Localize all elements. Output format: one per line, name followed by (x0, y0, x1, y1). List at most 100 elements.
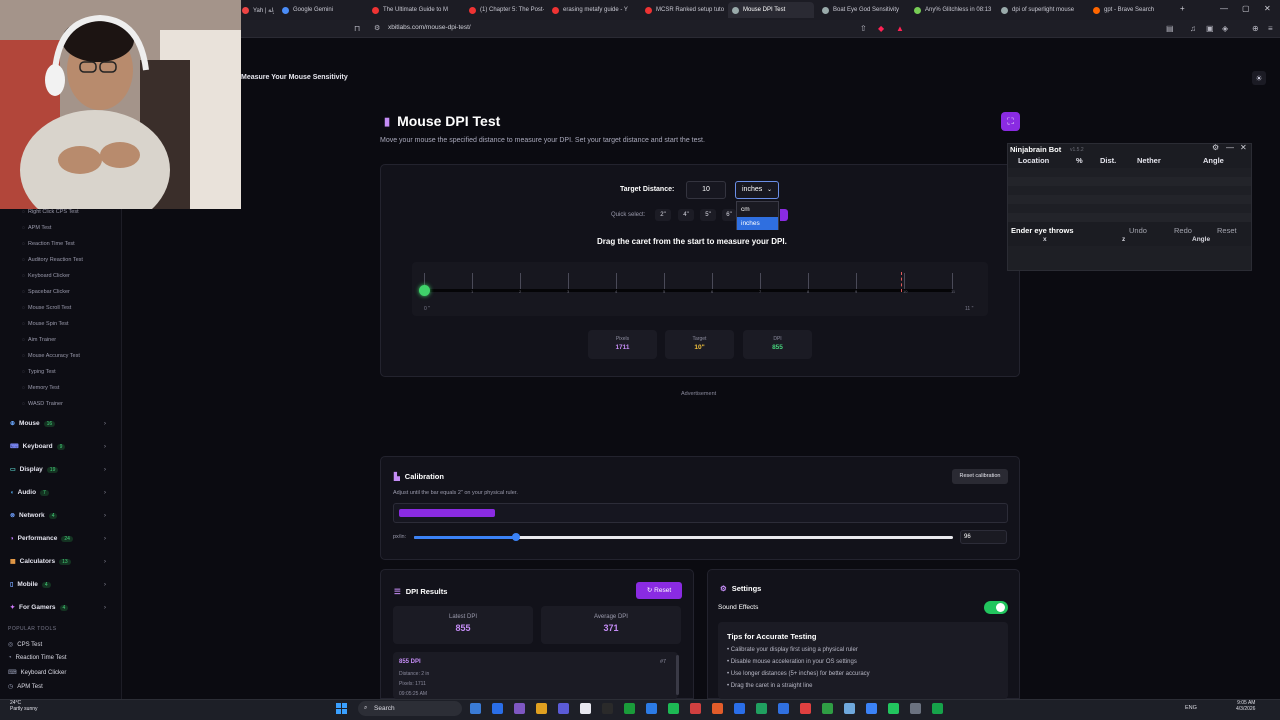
tab-0[interactable]: Yah | جولة (238, 2, 274, 18)
tab-3[interactable]: (1) Chapter 5: The Post- (465, 2, 544, 18)
tab-8[interactable]: Any% Glitchless in 08:13 (910, 2, 993, 18)
sidebar-subitem[interactable]: ◌ Auditory Reaction Test (22, 257, 83, 263)
maximize-icon[interactable]: ▢ (1242, 4, 1250, 13)
taskbar-app-icon[interactable] (800, 703, 811, 714)
unit-option-inches[interactable]: inches (737, 217, 778, 230)
close-icon[interactable]: ✕ (1240, 143, 1247, 152)
sidebar-category-audio[interactable]: ◖ Audio 7 › (10, 489, 110, 496)
tab-2[interactable]: The Ultimate Guide to M (368, 2, 461, 18)
sidebar-category-for-gamers[interactable]: ✦ For Gamers 4 › (10, 604, 110, 611)
site-info-icon[interactable]: ⚙ (374, 24, 380, 32)
sidebar-category-network[interactable]: ⊗ Network 4 › (10, 512, 110, 519)
popular-tool-item[interactable]: ◔ Reaction Time Test (8, 655, 67, 661)
taskbar-app-icon[interactable] (668, 703, 679, 714)
tab-6[interactable]: Mouse DPI Test (728, 2, 814, 18)
close-window-icon[interactable]: ✕ (1264, 4, 1271, 13)
minimize-icon[interactable]: — (1226, 143, 1234, 152)
taskbar-app-icon[interactable] (844, 703, 855, 714)
sidebar-category-mobile[interactable]: ▯ Mobile 4 › (10, 581, 110, 588)
extensions-icon[interactable]: ▣ (1206, 24, 1214, 33)
px-per-inch-input[interactable]: 96 (960, 530, 1007, 544)
tab-1[interactable]: Google Gemini (278, 2, 364, 18)
theme-toggle-icon[interactable]: ☀ (1252, 71, 1266, 85)
sidebar-subitem[interactable]: ◌ Reaction Time Test (22, 241, 75, 247)
sidebar-category-calculators[interactable]: ▦ Calculators 13 › (10, 558, 110, 565)
quick-select-active[interactable] (780, 209, 788, 221)
sidebar-subitem[interactable]: ◌ Mouse Spin Test (22, 321, 69, 327)
sidebar-subitem[interactable]: ◌ Typing Test (22, 369, 56, 375)
weather-widget[interactable]: 24°C Partly sunny (10, 700, 38, 712)
undo-button[interactable]: Undo (1129, 226, 1147, 235)
share-icon[interactable]: ⇧ (860, 24, 867, 33)
taskbar-app-icon[interactable] (734, 703, 745, 714)
sidebar-subitem[interactable]: ◌ Mouse Accuracy Test (22, 353, 80, 359)
taskbar-app-icon[interactable] (624, 703, 635, 714)
target-distance-input[interactable]: 10 (686, 181, 726, 199)
sidebar-category-keyboard[interactable]: ⌨ Keyboard 9 › (10, 443, 110, 450)
reset-calibration-button[interactable]: Reset calibration (952, 469, 1008, 484)
taskbar-app-icon[interactable] (470, 703, 481, 714)
tab-5[interactable]: MCSR Ranked setup tuto (641, 2, 724, 18)
sidebar-subitem[interactable]: ◌ Memory Test (22, 385, 59, 391)
taskbar-app-icon[interactable] (910, 703, 921, 714)
menu-icon[interactable]: ≡ (1268, 24, 1273, 33)
popular-tool-item[interactable]: ⌨ Keyboard Clicker (8, 669, 66, 677)
taskbar-app-icon[interactable] (646, 703, 657, 714)
taskbar-app-icon[interactable] (822, 703, 833, 714)
new-tab-button[interactable]: + (1180, 4, 1185, 13)
sidebar-subitem[interactable]: ◌ APM Test (22, 225, 51, 231)
sidebar-category-display[interactable]: ▭ Display 19 › (10, 466, 110, 473)
quick-select-2[interactable]: 2" (655, 209, 671, 221)
taskbar-app-icon[interactable] (712, 703, 723, 714)
reset-results-button[interactable]: ↻ Reset (636, 582, 682, 599)
tab-7[interactable]: Boat Eye God Sensitivity (818, 2, 905, 18)
taskbar-search[interactable]: ⌕ Search (358, 701, 462, 716)
vpn-icon[interactable]: ⊕ (1252, 24, 1259, 33)
brave-shield-icon[interactable]: ◆ (878, 24, 884, 33)
popular-tool-item[interactable]: ◷ APM Test (8, 683, 43, 691)
sidebar-subitem[interactable]: ◌ Aim Trainer (22, 337, 56, 343)
tab-9[interactable]: dpi of superlight mouse (997, 2, 1085, 18)
taskbar-app-icon[interactable] (756, 703, 767, 714)
bookmark-icon[interactable]: ⊓ (354, 24, 360, 33)
language-indicator[interactable]: ENG (1185, 705, 1197, 711)
quick-select-6[interactable]: 6" (722, 209, 736, 221)
taskbar-app-icon[interactable] (932, 703, 943, 714)
taskbar-app-icon[interactable] (866, 703, 877, 714)
brave-rewards-icon[interactable]: ▲ (896, 24, 904, 33)
taskbar-app-icon[interactable] (580, 703, 591, 714)
tab-10[interactable]: gpt - Brave Search (1089, 2, 1171, 18)
playlist-icon[interactable]: ♫ (1190, 24, 1196, 33)
sidebar-subitem[interactable]: ◌ Spacebar Clicker (22, 289, 70, 295)
tab-4[interactable]: erasing metafy guide - Y (548, 2, 637, 18)
taskbar-app-icon[interactable] (888, 703, 899, 714)
windows-start-icon[interactable] (336, 703, 347, 714)
sidebar-category-performance[interactable]: ◑ Performance 24 › (10, 535, 110, 542)
taskbar-app-icon[interactable] (514, 703, 525, 714)
taskbar-app-icon[interactable] (536, 703, 547, 714)
taskbar-app-icon[interactable] (778, 703, 789, 714)
taskbar-app-icon[interactable] (492, 703, 503, 714)
gear-icon[interactable]: ⚙ (1212, 143, 1219, 152)
reset-button[interactable]: Reset (1217, 226, 1237, 235)
system-clock[interactable]: 9:05 AM 4/3/2026 (1236, 700, 1255, 712)
sidebar-subitem[interactable]: ◌ WASD Trainer (22, 401, 63, 407)
quick-select-5[interactable]: 5" (700, 209, 716, 221)
minimize-icon[interactable]: — (1220, 4, 1228, 13)
wallet-icon[interactable]: ◈ (1222, 24, 1228, 33)
unit-select[interactable]: inches ⌄ (735, 181, 779, 199)
taskbar-app-icon[interactable] (602, 703, 613, 714)
sidebar-subitem[interactable]: ◌ Mouse Scroll Test (22, 305, 71, 311)
redo-button[interactable]: Redo (1174, 226, 1192, 235)
fullscreen-button[interactable]: ⛶ (1001, 112, 1020, 131)
drag-caret[interactable] (419, 285, 430, 296)
unit-option-cm[interactable]: cm (737, 203, 778, 216)
taskbar-app-icon[interactable] (690, 703, 701, 714)
results-scrollbar[interactable] (676, 655, 679, 695)
sidebar-subitem[interactable]: ◌ Keyboard Clicker (22, 273, 70, 279)
url-field[interactable]: xbitlabs.com/mouse-dpi-test/ (388, 24, 471, 31)
taskbar-app-icon[interactable] (558, 703, 569, 714)
sidebar-subitem[interactable]: ◌ Right Click CPS Test (22, 209, 79, 215)
popular-tool-item[interactable]: ◎ CPS Test (8, 641, 42, 649)
sidebar-toggle-icon[interactable]: ▤ (1166, 24, 1174, 33)
